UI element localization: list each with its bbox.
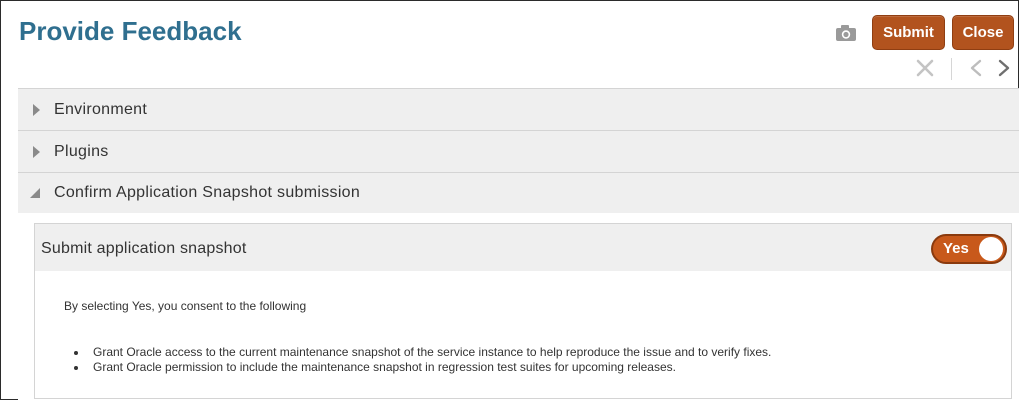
- snapshot-panel: Submit application snapshot Yes By selec…: [18, 213, 1019, 400]
- accordion-environment[interactable]: Environment: [18, 88, 1019, 130]
- consent-list: Grant Oracle access to the current maint…: [71, 345, 771, 375]
- camera-icon[interactable]: [835, 24, 857, 42]
- bullet-icon: [71, 345, 93, 360]
- section-title: Submit application snapshot: [41, 240, 247, 257]
- snapshot-toggle[interactable]: Yes: [931, 234, 1007, 264]
- list-item-text: Grant Oracle access to the current maint…: [93, 345, 772, 359]
- accordion-label: Plugins: [54, 142, 109, 160]
- accordion-label: Confirm Application Snapshot submission: [54, 184, 361, 201]
- close-icon[interactable]: [916, 59, 934, 77]
- chevron-left-icon[interactable]: [969, 59, 983, 77]
- submit-button[interactable]: Submit: [872, 15, 945, 50]
- list-item: Grant Oracle access to the current maint…: [71, 345, 771, 360]
- chevron-right-icon[interactable]: [997, 59, 1011, 77]
- list-item: Grant Oracle permission to include the m…: [71, 360, 771, 375]
- caret-right-icon: [33, 103, 40, 116]
- toggle-label: Yes: [943, 240, 969, 257]
- bullet-icon: [71, 360, 93, 375]
- accordion-label: Environment: [54, 100, 148, 118]
- page-title: Provide Feedback: [19, 16, 242, 46]
- feedback-dialog: Provide Feedback Submit Close Environmen…: [0, 0, 1019, 400]
- accordion-plugins[interactable]: Plugins: [18, 130, 1019, 172]
- toggle-knob: [979, 237, 1003, 261]
- snapshot-section: Submit application snapshot Yes By selec…: [34, 223, 1012, 399]
- feedback-accordion: Environment Plugins Confirm Application …: [18, 88, 1019, 214]
- caret-down-icon: [30, 188, 40, 198]
- close-button[interactable]: Close: [952, 15, 1014, 50]
- consent-text: By selecting Yes, you consent to the fol…: [64, 299, 307, 313]
- accordion-confirm-snapshot[interactable]: Confirm Application Snapshot submission: [18, 172, 1019, 214]
- snapshot-section-header: Submit application snapshot Yes: [35, 224, 1011, 271]
- list-item-text: Grant Oracle permission to include the m…: [93, 360, 676, 374]
- caret-right-icon: [33, 145, 40, 158]
- nav-divider: [951, 58, 952, 80]
